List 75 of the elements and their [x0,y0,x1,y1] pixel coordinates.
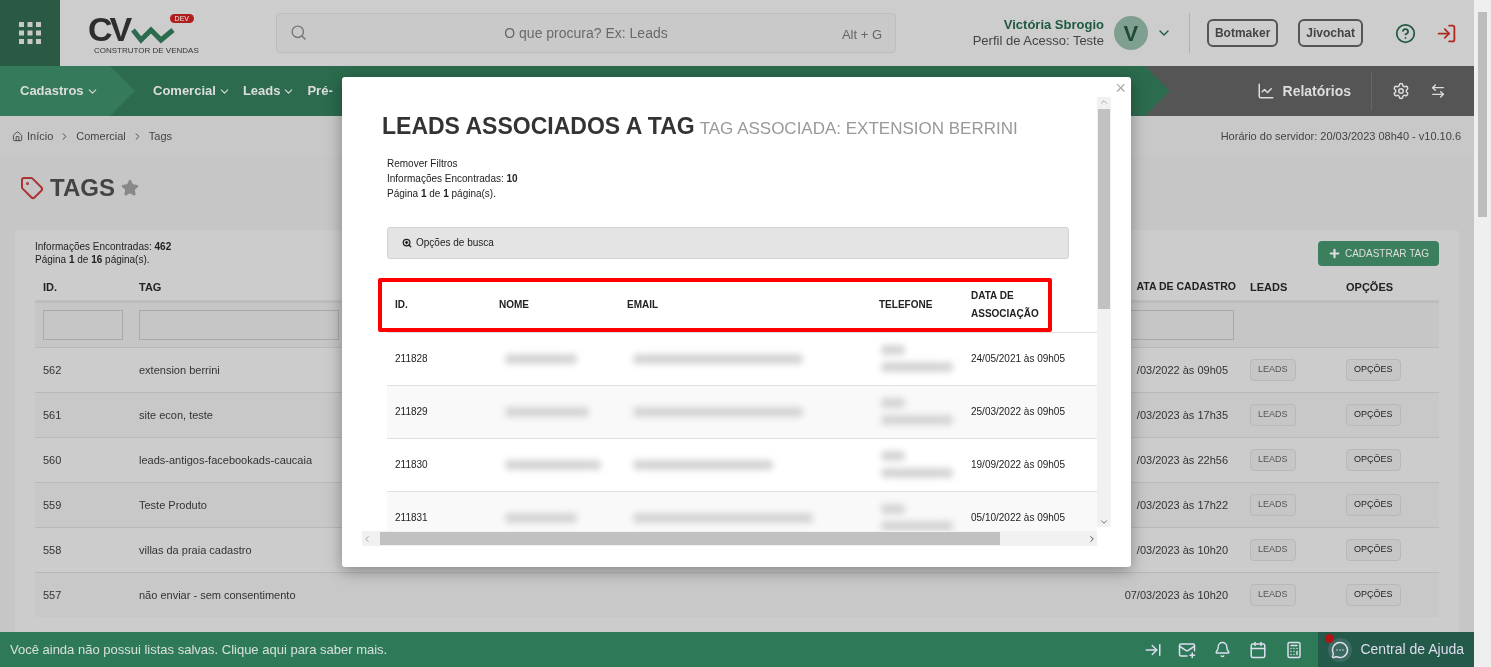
table-cell-text: /03/2022 às 09h05 [1136,362,1229,378]
saved-lists-message[interactable]: Você ainda não possui listas salvas. Clique aqui para saber mais. [0,639,388,660]
table-cell-text: /03/2023 às 10h20 [1136,542,1229,558]
table-cell-text: Teste Produto [138,497,207,513]
column-header: DATA DE ASSOCIAÇÃO [970,288,1040,321]
leads-button[interactable]: LEADS [1250,359,1296,381]
table-cell-text: 560 [42,452,62,468]
column-header: TAG [139,279,162,295]
table-cell-text: /03/2023 às 22h56 [1136,452,1229,468]
user-name: Victória Sbrogio [1003,17,1104,33]
table-cell-text: leads-antigos-facebookads-caucaia [138,452,313,468]
table-cell-text: extension berrini [138,362,220,378]
options-button[interactable]: OPÇÕES [1346,539,1401,561]
table-cell-text: 557 [42,587,62,603]
column-header: TELEFONE [878,298,934,312]
table-cell-text: não enviar - sem consentimento [138,587,296,603]
column-header: EMAIL [626,298,660,312]
reports-link[interactable]: Relatórios [1256,80,1351,102]
nav-menu-item[interactable]: Cadastros [0,66,135,116]
page-title: TAGS [50,173,115,203]
modal-title: LEADS ASSOCIADOS A TAG [382,112,695,141]
table-cell-text: 559 [42,497,62,513]
table-cell-text: 19/09/2022 às 09h05 [970,458,1065,472]
table-cell-text: 24/05/2021 às 09h05 [970,352,1065,366]
options-button[interactable]: OPÇÕES [1346,494,1401,516]
leads-button[interactable]: LEADS [1250,449,1296,471]
table-cell-text: villas da praia cadastro [138,542,252,558]
leads-button[interactable]: LEADS [1250,404,1296,426]
table-cell-text: 211829 [394,405,428,419]
table-cell-text: 25/03/2022 às 09h05 [970,405,1065,419]
user-profile: Perfil de Acesso: Teste [972,33,1104,49]
table-cell-text: 211828 [394,352,428,366]
breadcrumb-link[interactable]: Início [27,127,54,145]
integration-button[interactable]: Botmaker [1206,19,1279,47]
options-button[interactable]: OPÇÕES [1346,404,1401,426]
table-cell-text: 05/10/2022 às 09h05 [970,511,1065,525]
results-count: Informações Encontradas: 462 [35,240,172,253]
table-cell-text: site econ, teste [138,407,213,423]
user-avatar[interactable]: V [1113,16,1148,50]
table-cell-text: 561 [42,407,62,423]
leads-button[interactable]: LEADS [1250,539,1296,561]
results-count: Informações Encontradas: 10 [387,171,519,186]
nav-menu-item[interactable]: Pré- [301,66,339,116]
column-header: ID. [394,298,409,312]
table-cell-text: 07/03/2023 às 10h20 [1124,587,1229,603]
table-cell-text: /03/2023 às 17h35 [1136,407,1229,423]
options-button[interactable]: OPÇÕES [1346,584,1401,606]
table-cell-text: 558 [42,542,62,558]
nav-menu-item[interactable]: Comercial [147,66,237,116]
column-header: ID. [43,279,58,295]
search-options-bar[interactable]: Opções de busca [387,226,1069,259]
add-tag-button[interactable]: CADASTRAR TAG [1317,241,1439,266]
column-header: ATA DE CADASTRO [1136,279,1236,295]
leads-button[interactable]: LEADS [1250,584,1296,606]
shortcut-hint: Alt + G [841,26,882,44]
column-header: LEADS [1250,279,1288,295]
table-cell-text: 562 [42,362,62,378]
table-cell-text: 211830 [394,458,428,472]
help-center-button[interactable]: Central de Ajuda [1318,632,1474,667]
column-header: OPÇÕES [1346,279,1394,295]
pagination-info: Página 1 de 1 página(s). [387,186,497,201]
breadcrumb-link[interactable]: Comercial [76,127,126,145]
modal-subtitle: TAG ASSOCIADA: EXTENSION BERRINI [699,118,1018,140]
server-time: Horário do servidor: 20/03/2023 08h40 - v10.10.6 [1220,128,1462,144]
table-cell-text: 211831 [394,511,428,525]
options-button[interactable]: OPÇÕES [1346,359,1401,381]
integration-button[interactable]: Jivochat [1298,19,1363,47]
leads-button[interactable]: LEADS [1250,494,1296,516]
table-cell-text: /03/2023 às 17h22 [1136,497,1229,513]
column-header: NOME [498,298,530,312]
remove-filters-link[interactable]: Remover Filtros [387,155,458,171]
nav-menu-item[interactable]: Leads [236,66,302,116]
pagination-info: Página 1 de 16 página(s). [35,253,151,266]
breadcrumb-link[interactable]: Tags [148,127,173,145]
options-button[interactable]: OPÇÕES [1346,449,1401,471]
